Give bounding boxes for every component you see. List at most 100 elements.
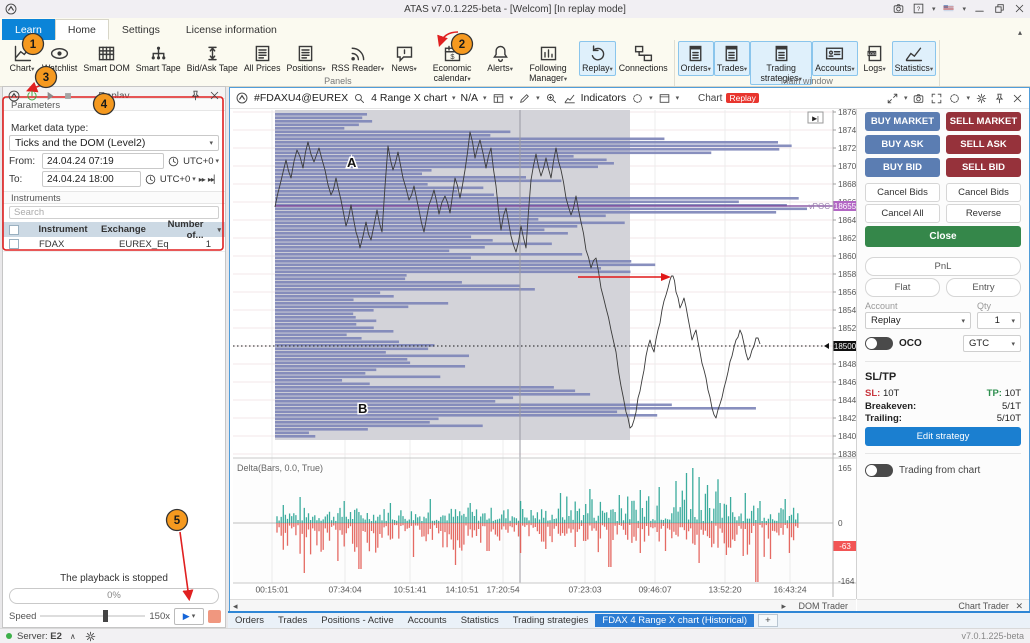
sell-bid-button[interactable]: SELL BID (946, 158, 1021, 177)
chart-type-select[interactable]: 4 Range X chart (371, 92, 447, 104)
ribbon-tab-home[interactable]: Home (55, 19, 109, 40)
instruments-section-header[interactable]: Instruments (3, 191, 225, 204)
workspace-tab-trades[interactable]: Trades (271, 614, 314, 627)
instrument-search-input[interactable] (9, 206, 219, 219)
indicators-button[interactable]: Indicators (581, 92, 627, 104)
rss-reader-button[interactable]: RSS Reader▾ (328, 41, 387, 76)
accounts-button[interactable]: Accounts▾ (812, 41, 857, 76)
replay-button[interactable]: Replay▾ (579, 41, 616, 76)
ribbon-tab-license-information[interactable]: License information (173, 19, 290, 40)
language-caret-icon[interactable]: ▾ (962, 5, 966, 13)
help-caret-icon[interactable]: ▾ (932, 5, 936, 13)
from-timezone-select[interactable]: UTC+0▾ (183, 156, 219, 167)
buy-ask-button[interactable]: BUY ASK (865, 135, 940, 154)
cancel-bids-left-button[interactable]: Cancel Bids (865, 183, 940, 202)
instruments-table-header[interactable]: Instrument Exchange Number of... ▾ (3, 222, 225, 237)
sell-market-button[interactable]: SELL MARKET (946, 112, 1021, 131)
positions-button[interactable]: Positions▾ (283, 41, 328, 76)
cancel-bids-right-button[interactable]: Cancel Bids (946, 183, 1021, 202)
chart-screenshot-icon[interactable] (912, 92, 925, 105)
ribbon-tab-settings[interactable]: Settings (109, 19, 173, 40)
workspace-tab-statistics[interactable]: Statistics (454, 614, 506, 627)
sort-caret-icon[interactable]: ▾ (217, 226, 221, 234)
close-position-button[interactable]: Close (865, 226, 1021, 247)
chart-pin-icon[interactable] (993, 92, 1006, 105)
all-prices-button[interactable]: All Prices (241, 41, 284, 76)
restore-button[interactable] (993, 2, 1006, 15)
oco-toggle[interactable] (865, 337, 893, 350)
tif-select[interactable]: GTC▾ (963, 335, 1021, 352)
from-clock-icon[interactable] (167, 155, 180, 168)
help-icon[interactable]: ? (912, 2, 925, 15)
cancel-all-button[interactable]: Cancel All (865, 204, 940, 223)
workspace-tab-trading-strategies[interactable]: Trading strategies (506, 614, 596, 627)
status-settings-icon[interactable] (84, 630, 97, 643)
speed-slider[interactable] (40, 615, 145, 617)
chart-trader-close-icon[interactable]: ✕ (1015, 601, 1023, 611)
workspace-tab-positions-active[interactable]: Positions - Active (314, 614, 400, 627)
buy-market-button[interactable]: BUY MARKET (865, 112, 940, 131)
play-options-caret-icon[interactable]: ▾ (192, 612, 196, 620)
to-clock-icon[interactable] (144, 173, 157, 186)
chart-status-icon[interactable] (948, 92, 961, 105)
minimize-button[interactable] (973, 2, 986, 15)
edit-strategy-button[interactable]: Edit strategy (865, 427, 1021, 446)
sell-ask-button[interactable]: SELL ASK (946, 135, 1021, 154)
replay-power-button[interactable] (25, 89, 39, 103)
skip-to-end-icon[interactable]: ▸▸▏ (208, 175, 219, 184)
chart-trader-tab[interactable]: Chart Trader (958, 601, 1009, 611)
loader-icon[interactable] (631, 92, 644, 105)
qty-select[interactable]: 1▾ (977, 312, 1021, 329)
add-tab-button[interactable]: + (758, 614, 778, 627)
market-data-type-select[interactable]: Ticks and the DOM (Level2) ▾ (9, 135, 219, 151)
ribbon-tab-learn[interactable]: Learn (2, 19, 55, 40)
select-all-checkbox[interactable] (9, 225, 19, 235)
chart-symbol[interactable]: #FDAXU4@EUREX (254, 92, 348, 104)
connections-button[interactable]: Connections (616, 41, 671, 76)
collapse-caret-icon[interactable]: ∧ (70, 632, 76, 641)
resize-icon[interactable] (886, 92, 899, 105)
statistics-button[interactable]: Statistics▾ (892, 41, 936, 76)
from-date-input[interactable]: 24.04.24 07:19 (42, 153, 164, 169)
layout-icon[interactable] (492, 92, 505, 105)
reverse-button[interactable]: Reverse (946, 204, 1021, 223)
close-panel-icon[interactable] (208, 89, 221, 102)
col-instrument[interactable]: Instrument (25, 224, 101, 235)
trades-button[interactable]: Trades▾ (714, 41, 750, 76)
replay-play-button[interactable] (43, 89, 57, 103)
status-caret-icon[interactable]: ▾ (966, 94, 970, 102)
chart-plot-area[interactable]: 00:15:0107:34:0410:51:4114:10:5117:20:54… (230, 109, 856, 597)
speed-slider-handle[interactable] (103, 610, 108, 622)
col-exchange[interactable]: Exchange (101, 224, 168, 235)
chart-button[interactable]: Chart▾ (5, 41, 39, 76)
playback-stop-button[interactable] (208, 610, 221, 623)
pnl-button[interactable]: PnL (865, 257, 1021, 276)
resize-caret-icon[interactable]: ▾ (904, 94, 908, 102)
chart-close-icon[interactable] (1011, 92, 1024, 105)
ribbon-collapse-icon[interactable]: ▴ (1018, 28, 1022, 37)
account-select[interactable]: Replay▾ (865, 312, 971, 329)
language-flag-icon[interactable] (942, 2, 955, 15)
symbol-search-icon[interactable] (353, 92, 366, 105)
workspace-tab-accounts[interactable]: Accounts (401, 614, 454, 627)
pin-panel-icon[interactable] (189, 89, 202, 102)
smart-dom-button[interactable]: Smart DOM (80, 41, 132, 76)
logs-button[interactable]: LOGLogs▾ (858, 41, 892, 76)
to-date-input[interactable]: 24.04.24 18:00 (42, 171, 141, 187)
buy-bid-button[interactable]: BUY BID (865, 158, 940, 177)
indicators-icon[interactable] (563, 92, 576, 105)
workspace-tab-orders[interactable]: Orders (228, 614, 271, 627)
playback-play-button[interactable]: ▶▾ (174, 608, 204, 625)
drawing-tools-icon[interactable] (518, 92, 531, 105)
smart-tape-button[interactable]: Smart Tape (133, 41, 184, 76)
secondary-select[interactable]: N/A (461, 92, 479, 104)
workspace-tab-active-chart[interactable]: FDAX 4 Range X chart (Historical) (595, 614, 754, 627)
fullscreen-icon[interactable] (930, 92, 943, 105)
chart-settings-icon[interactable] (975, 92, 988, 105)
to-timezone-select[interactable]: UTC+0▾ (160, 174, 196, 185)
screenshot-icon[interactable] (892, 2, 905, 15)
watchlist-button[interactable]: Watchlist (39, 41, 80, 76)
window-layout-icon[interactable] (658, 92, 671, 105)
chart-canvas[interactable]: 00:15:0107:34:0410:51:4114:10:5117:20:54… (230, 109, 856, 597)
trading-from-chart-toggle[interactable] (865, 464, 893, 477)
